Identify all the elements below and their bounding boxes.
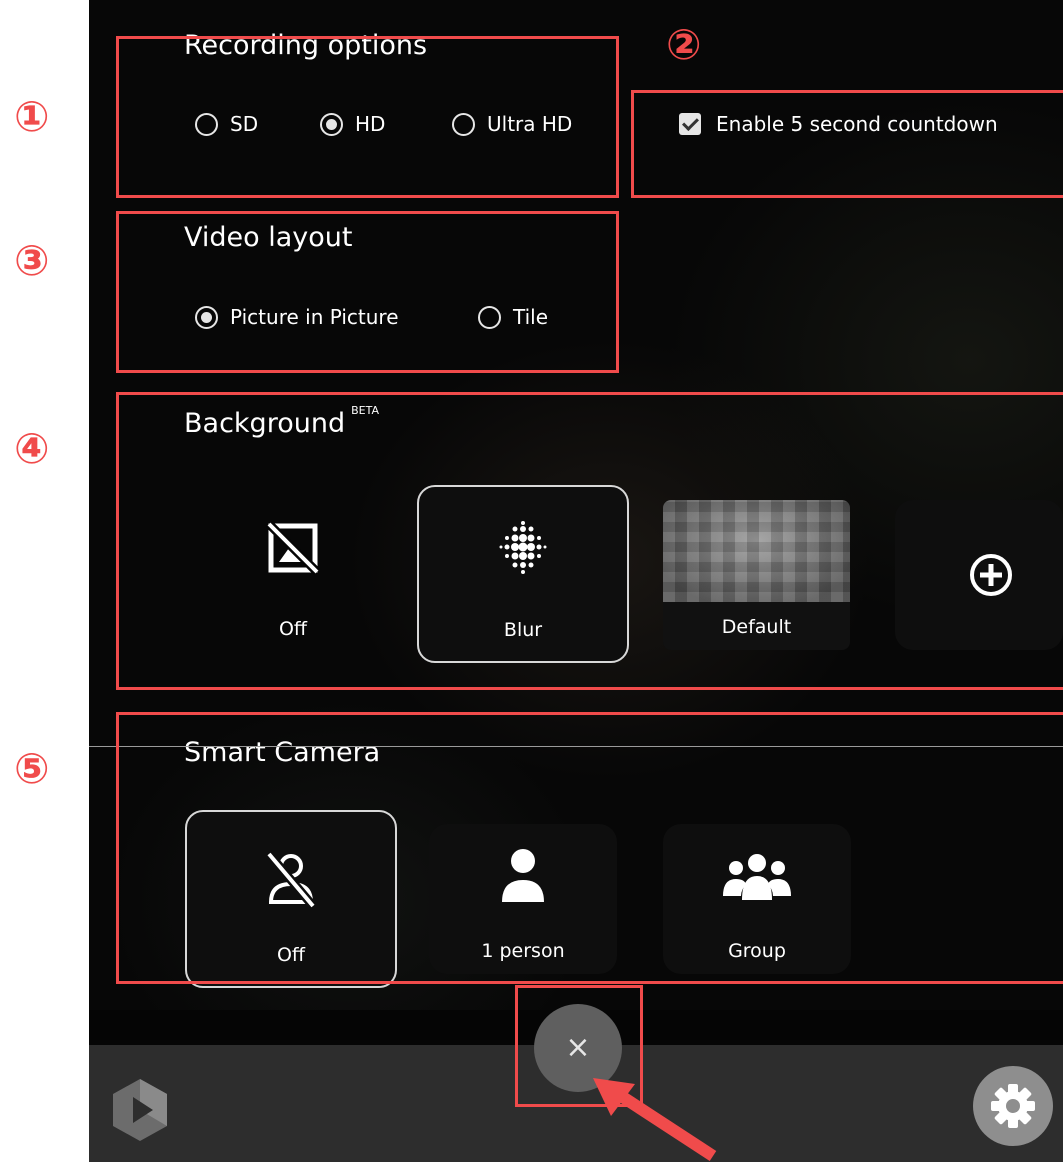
highlight-box-layout bbox=[116, 211, 619, 373]
highlight-box-recording bbox=[116, 36, 619, 198]
marker-4: ④ bbox=[14, 424, 50, 473]
pointer-arrow-icon bbox=[593, 1078, 717, 1162]
highlight-box-background bbox=[116, 392, 1063, 690]
marker-1: ① bbox=[14, 92, 50, 141]
app-logo-icon[interactable] bbox=[111, 1077, 169, 1143]
marker-3: ③ bbox=[14, 236, 50, 285]
highlight-box-countdown bbox=[631, 90, 1063, 198]
marker-5: ⑤ bbox=[14, 744, 50, 793]
gear-icon[interactable] bbox=[967, 1063, 1057, 1149]
marker-2: ② bbox=[666, 20, 702, 69]
highlight-box-smart-camera bbox=[116, 712, 1063, 984]
